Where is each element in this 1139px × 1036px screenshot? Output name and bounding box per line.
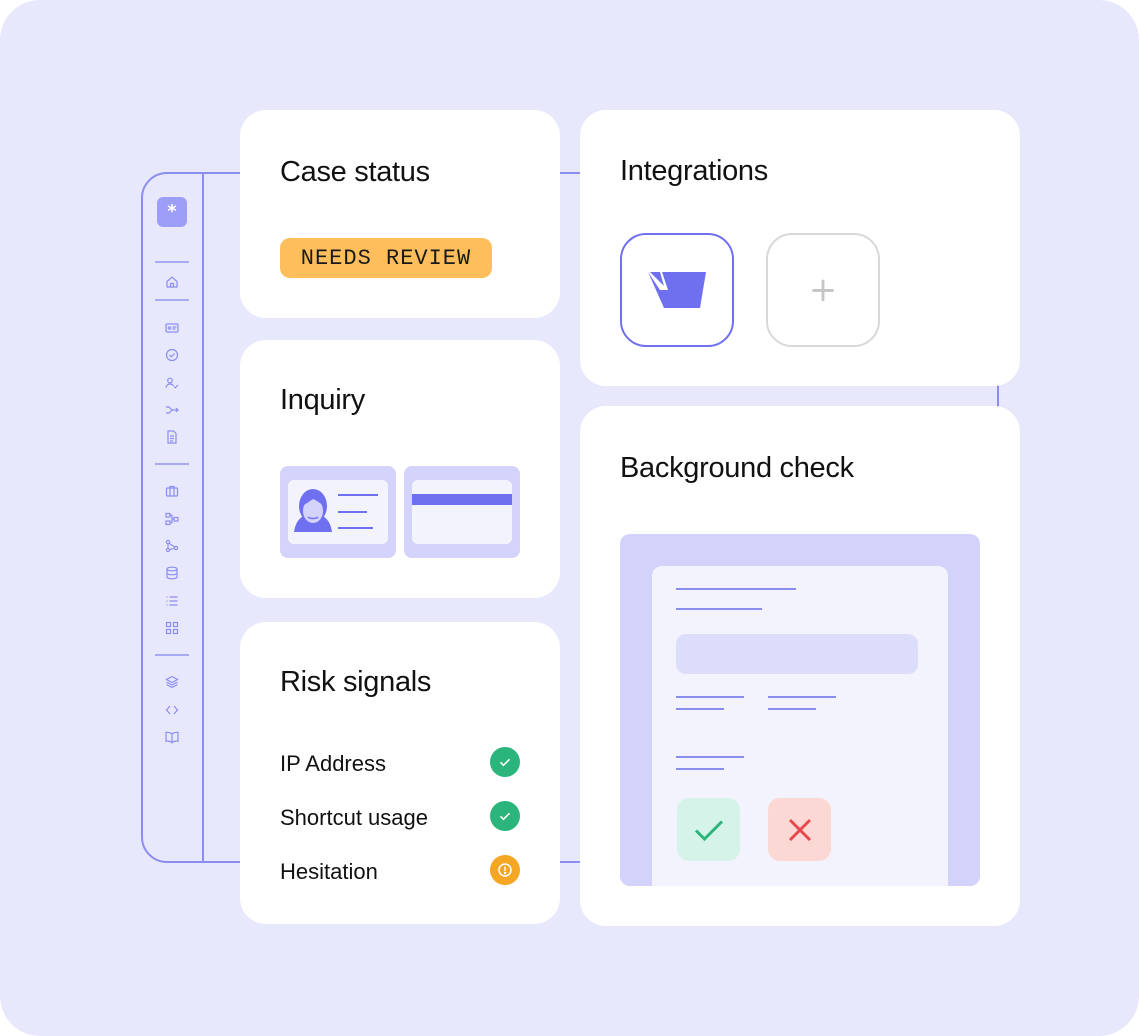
sidebar-rail: * bbox=[143, 174, 202, 861]
app-logo-icon[interactable]: * bbox=[157, 197, 187, 227]
flow-icon[interactable] bbox=[165, 403, 179, 417]
inquiry-card: Inquiry bbox=[240, 340, 560, 598]
database-icon[interactable] bbox=[165, 566, 179, 580]
case-status-title: Case status bbox=[280, 156, 430, 188]
risk-signals-title: Risk signals bbox=[280, 666, 432, 698]
document-icon[interactable] bbox=[165, 430, 179, 444]
risk-signal-label: Hesitation bbox=[280, 859, 378, 884]
check-circle-icon[interactable] bbox=[165, 348, 179, 362]
graph-icon[interactable] bbox=[165, 539, 179, 553]
id-card-back-tile[interactable] bbox=[404, 466, 520, 558]
text-line bbox=[676, 588, 796, 590]
risk-signal-label: Shortcut usage bbox=[280, 805, 428, 830]
sidebar-divider bbox=[155, 261, 189, 263]
risk-signal-row[interactable]: Hesitation bbox=[280, 855, 520, 885]
list-icon[interactable] bbox=[165, 594, 179, 608]
status-badge[interactable]: NEEDS REVIEW bbox=[280, 238, 492, 278]
report-field bbox=[676, 634, 918, 674]
code-icon[interactable] bbox=[165, 703, 179, 717]
text-line bbox=[676, 696, 744, 698]
sidebar-divider bbox=[155, 463, 189, 465]
risk-signal-row[interactable]: Shortcut usage bbox=[280, 801, 520, 831]
text-line bbox=[676, 608, 762, 610]
text-line bbox=[676, 756, 744, 758]
case-status-card: Case status NEEDS REVIEW bbox=[240, 110, 560, 318]
id-card-front-tile[interactable] bbox=[280, 466, 396, 558]
risk-signal-row[interactable]: IP Address bbox=[280, 747, 520, 777]
check-icon bbox=[490, 801, 520, 831]
text-line bbox=[676, 768, 724, 770]
background-check-title: Background check bbox=[620, 452, 854, 484]
workflow-icon[interactable] bbox=[165, 512, 179, 526]
card-back-icon bbox=[412, 480, 512, 544]
illustration-canvas: * Case status NEEDS REVIEW Inquiry Risk … bbox=[0, 0, 1139, 1036]
inquiry-title: Inquiry bbox=[280, 384, 365, 416]
integrations-card: Integrations + bbox=[580, 110, 1020, 386]
integration-tile[interactable] bbox=[620, 233, 734, 347]
id-card-icon[interactable] bbox=[165, 321, 179, 335]
approve-icon bbox=[694, 819, 723, 841]
grid-icon[interactable] bbox=[165, 621, 179, 635]
layers-icon[interactable] bbox=[165, 675, 179, 689]
sidebar-divider bbox=[155, 299, 189, 301]
user-check-icon[interactable] bbox=[165, 376, 179, 390]
briefcase-icon[interactable] bbox=[165, 484, 179, 498]
background-check-card: Background check bbox=[580, 406, 1020, 926]
integration-logo-icon bbox=[648, 272, 706, 308]
home-icon[interactable] bbox=[165, 275, 179, 289]
integrations-title: Integrations bbox=[620, 155, 768, 187]
book-icon[interactable] bbox=[165, 730, 179, 744]
warning-icon bbox=[490, 855, 520, 885]
reject-icon bbox=[788, 818, 811, 841]
sidebar-border bbox=[202, 174, 204, 861]
text-line bbox=[768, 696, 836, 698]
sidebar-divider bbox=[155, 654, 189, 656]
approve-button[interactable] bbox=[677, 798, 740, 861]
risk-signals-card: Risk signals IP Address Shortcut usage H… bbox=[240, 622, 560, 924]
add-integration-icon: + bbox=[808, 270, 838, 310]
text-line bbox=[676, 708, 724, 710]
report-panel bbox=[620, 534, 980, 886]
add-integration-button[interactable]: + bbox=[766, 233, 880, 347]
reject-button[interactable] bbox=[768, 798, 831, 861]
check-icon bbox=[490, 747, 520, 777]
text-line bbox=[768, 708, 816, 710]
risk-signal-label: IP Address bbox=[280, 751, 386, 776]
report-sheet bbox=[652, 566, 948, 886]
id-card-icon bbox=[288, 480, 388, 544]
